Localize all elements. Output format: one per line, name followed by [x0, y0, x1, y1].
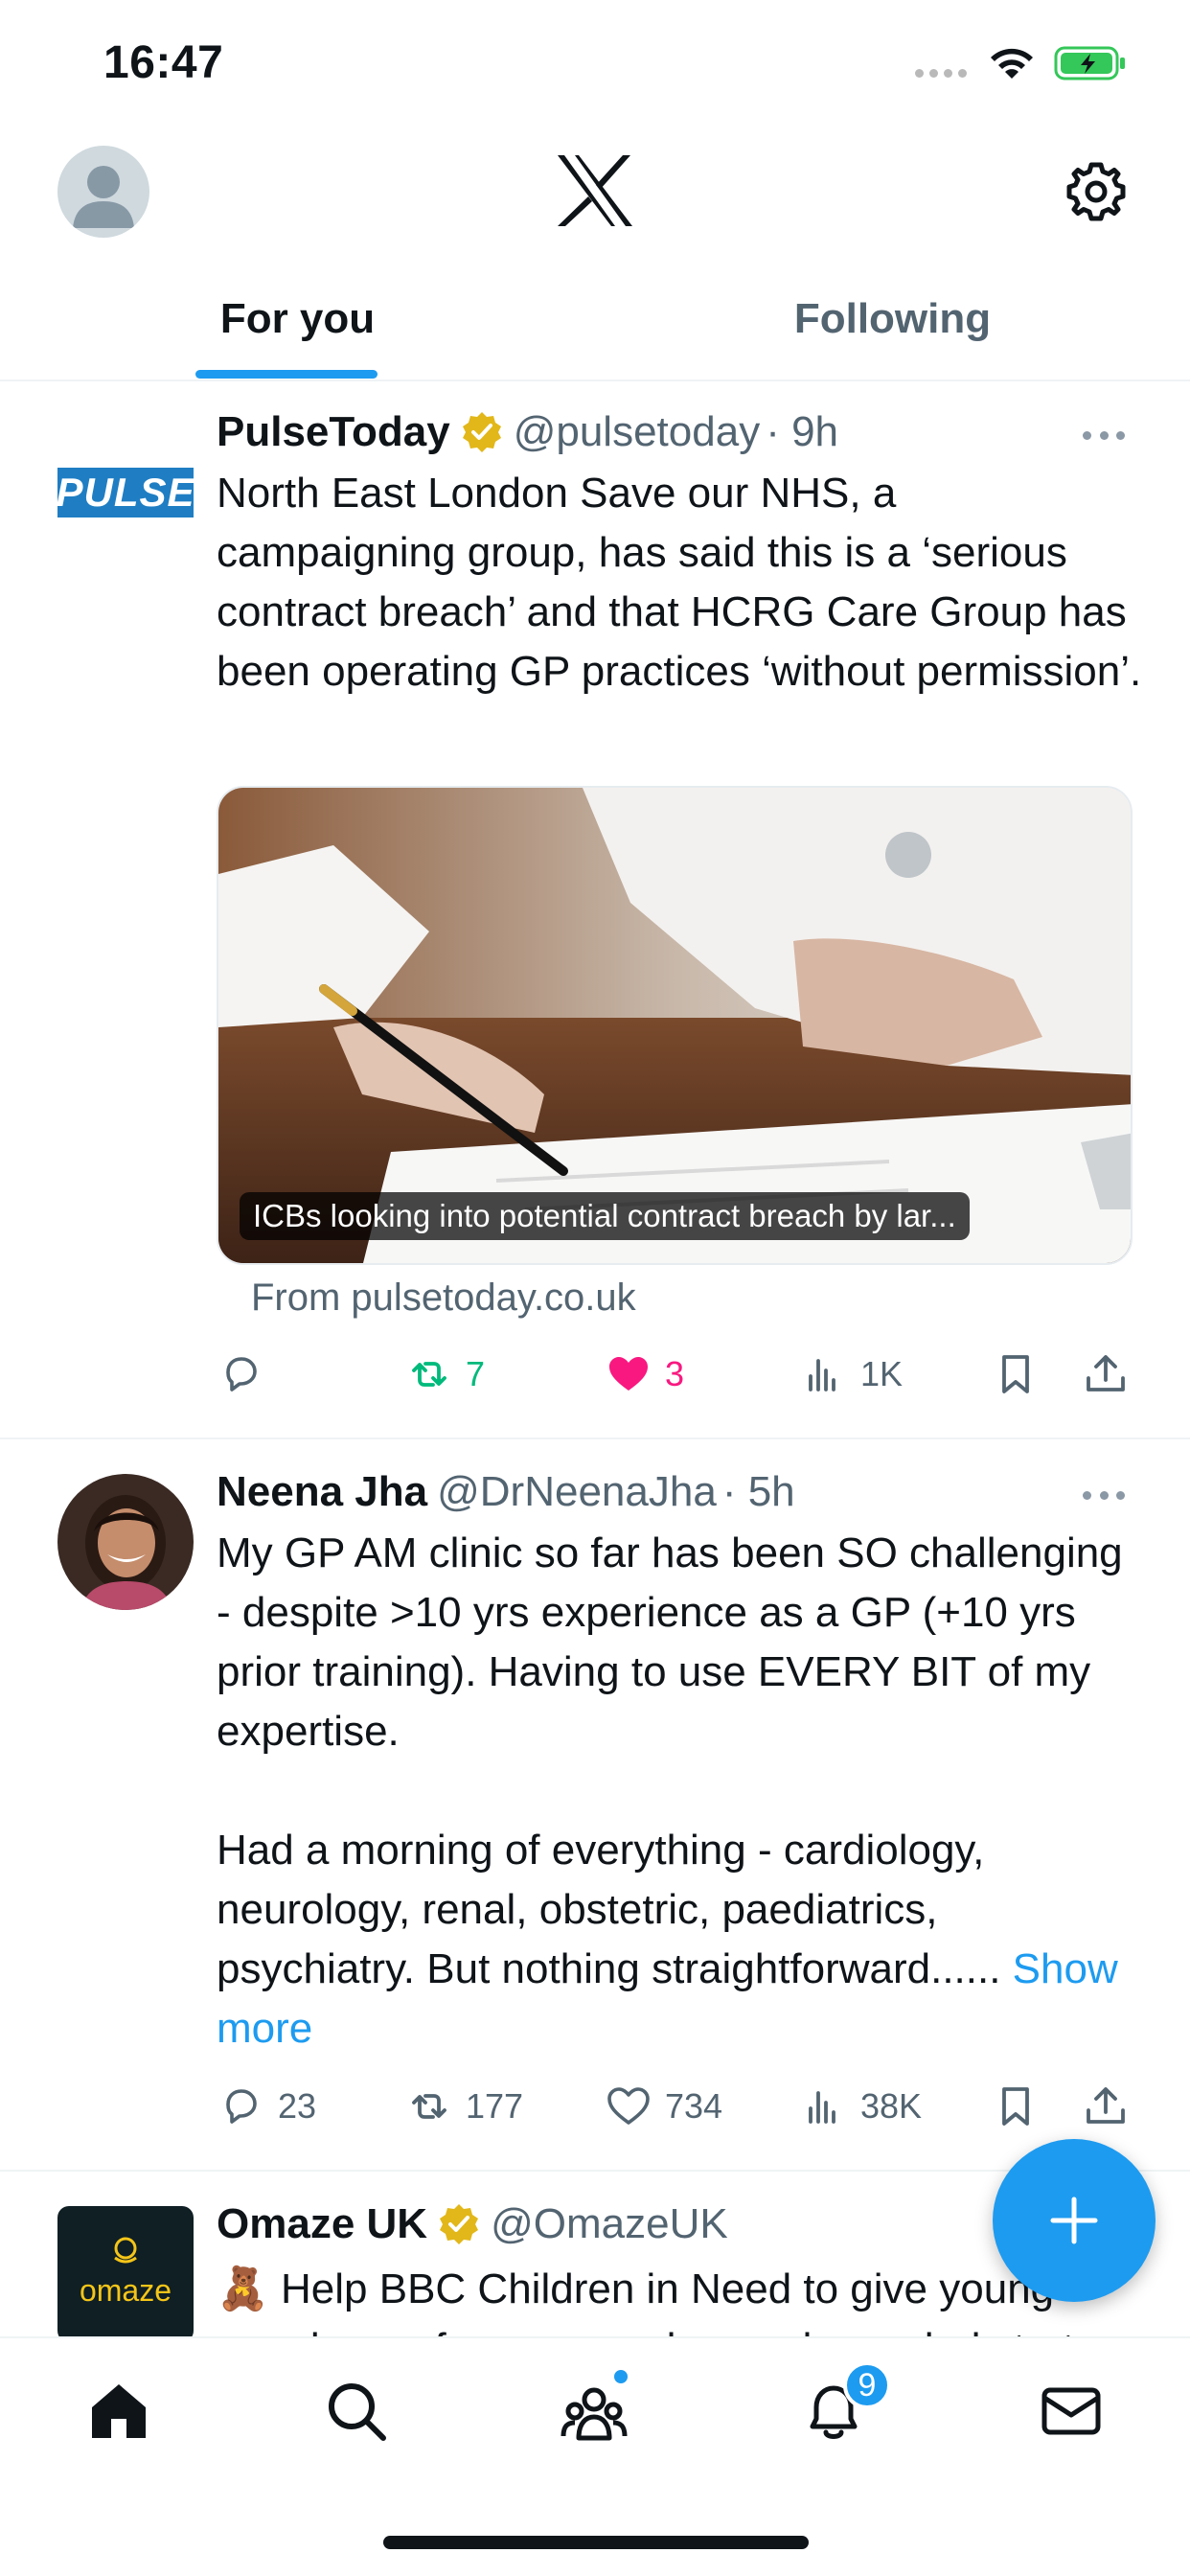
- tweet-time: · 9h: [766, 408, 839, 455]
- header: For you Following: [0, 125, 1190, 383]
- tweet-paragraph: Had a morning of everything - cardiology…: [217, 1821, 1146, 2058]
- share-icon: [1087, 1355, 1125, 1392]
- repost-count: 177: [466, 2086, 524, 2126]
- repost-icon: [412, 1362, 446, 1387]
- author-handle[interactable]: @pulsetoday: [514, 408, 761, 456]
- link-card-title: ICBs looking into potential contract bre…: [240, 1192, 970, 1240]
- bookmark-button[interactable]: [991, 1349, 1052, 1399]
- tweet-text: My GP AM clinic so far has been SO chall…: [217, 1524, 1146, 2058]
- tweet-header: PulseToday @pulsetoday · 9h: [217, 408, 838, 456]
- compose-button[interactable]: [993, 2139, 1156, 2302]
- avatar[interactable]: omaze: [57, 2206, 194, 2336]
- share-button[interactable]: [1081, 2082, 1142, 2131]
- person-photo: [57, 1474, 194, 1610]
- tweet-time: · 5h: [721, 1468, 795, 1515]
- avatar[interactable]: PULSE: [57, 447, 194, 542]
- reply-icon: [226, 2089, 257, 2124]
- like-count: 734: [665, 2086, 723, 2126]
- tweet-drneenajha[interactable]: Neena Jha @DrNeenaJha · 5h My GP AM clin…: [0, 1439, 1190, 2168]
- tab-following[interactable]: Following: [595, 268, 1190, 383]
- views-button[interactable]: 38K: [799, 2082, 922, 2131]
- heart-filled-icon: [609, 1357, 648, 1391]
- notifications-badge: 9: [843, 2361, 891, 2409]
- verified-badge-icon: [440, 2204, 479, 2244]
- user-icon: [73, 166, 134, 228]
- active-tab-indicator: [195, 370, 378, 379]
- communities-icon[interactable]: [560, 2377, 629, 2446]
- views-chart-icon: [809, 2091, 835, 2124]
- signal-icon: [915, 69, 967, 78]
- pulse-logo: PULSE: [57, 468, 194, 518]
- views-button[interactable]: 1K: [799, 1349, 903, 1399]
- tweet-header: Neena Jha @DrNeenaJha · 5h: [217, 1468, 795, 1516]
- share-button[interactable]: [1081, 1349, 1142, 1399]
- like-count: 3: [665, 1354, 685, 1393]
- tab-label: Following: [793, 295, 992, 342]
- repost-button[interactable]: 7: [404, 1349, 485, 1399]
- home-icon[interactable]: [84, 2377, 153, 2446]
- bookmark-button[interactable]: [991, 2082, 1052, 2131]
- like-button[interactable]: 734: [604, 2082, 722, 2131]
- share-icon: [1087, 2087, 1125, 2124]
- tab-label: For you: [219, 295, 376, 342]
- views-chart-icon: [809, 1359, 835, 1392]
- status-time: 16:47: [103, 37, 224, 88]
- settings-gear-icon[interactable]: [1065, 161, 1127, 222]
- author-name[interactable]: PulseToday: [217, 408, 450, 456]
- repost-icon: [412, 2094, 446, 2119]
- reply-button[interactable]: [217, 1349, 278, 1399]
- battery-icon: [1054, 46, 1125, 80]
- timeline-tabs: For you Following: [0, 268, 1190, 383]
- more-options-icon[interactable]: [1083, 1491, 1125, 1503]
- author-handle[interactable]: @OmazeUK: [491, 2200, 728, 2248]
- omaze-logo: omaze: [79, 2273, 172, 2308]
- like-button[interactable]: 3: [604, 1349, 684, 1399]
- heart-icon: [607, 2087, 650, 2125]
- reply-count: 23: [278, 2086, 317, 2126]
- link-source[interactable]: From pulsetoday.co.uk: [251, 1276, 636, 1320]
- author-name[interactable]: Neena Jha: [217, 1468, 427, 1516]
- repost-button[interactable]: 177: [404, 2082, 523, 2131]
- avatar[interactable]: [57, 1474, 194, 1610]
- bookmark-icon: [1002, 2087, 1029, 2126]
- tweet-header: Omaze UK @OmazeUK: [217, 2200, 728, 2248]
- views-count: 38K: [860, 2086, 923, 2126]
- profile-avatar-button[interactable]: [57, 146, 149, 238]
- more-options-icon[interactable]: [1083, 431, 1125, 443]
- communities-new-dot: [611, 2367, 630, 2386]
- verified-badge-icon: [462, 412, 501, 452]
- tweet-text: 🧸 Help BBC Children in Need to give youn…: [217, 2266, 1074, 2336]
- tab-for-you[interactable]: For you: [0, 268, 595, 383]
- tweet-paragraph: My GP AM clinic so far has been SO chall…: [217, 1530, 1123, 1755]
- search-icon[interactable]: [322, 2377, 391, 2446]
- tweet-actions: 7 3 1K: [217, 1349, 1136, 1407]
- omaze-logo-icon: [114, 2237, 137, 2264]
- bookmark-icon: [1002, 1355, 1029, 1393]
- reply-button[interactable]: 23: [217, 2082, 316, 2131]
- repost-count: 7: [466, 1354, 486, 1393]
- views-count: 1K: [860, 1354, 904, 1393]
- tweet-text: North East London Save our NHS, a campai…: [217, 470, 1142, 695]
- tweet-actions: 23 177 734 38K: [217, 2082, 1136, 2139]
- reply-icon: [226, 1357, 257, 1392]
- tweet-paragraph-text: Had a morning of everything - cardiology…: [217, 1827, 1013, 1992]
- author-handle[interactable]: @DrNeenaJha: [437, 1468, 717, 1516]
- messages-envelope-icon[interactable]: [1037, 2377, 1106, 2446]
- author-name[interactable]: Omaze UK: [217, 2200, 427, 2248]
- tweet-pulsetoday[interactable]: PULSE PulseToday @pulsetoday · 9h North …: [0, 381, 1190, 1438]
- x-logo-icon[interactable]: [556, 153, 634, 228]
- link-card-image[interactable]: ICBs looking into potential contract bre…: [217, 786, 1133, 1265]
- wifi-icon: [991, 48, 1033, 79]
- plus-icon: [1050, 2196, 1098, 2244]
- home-indicator: [383, 2536, 809, 2549]
- status-bar: 16:47: [0, 0, 1190, 125]
